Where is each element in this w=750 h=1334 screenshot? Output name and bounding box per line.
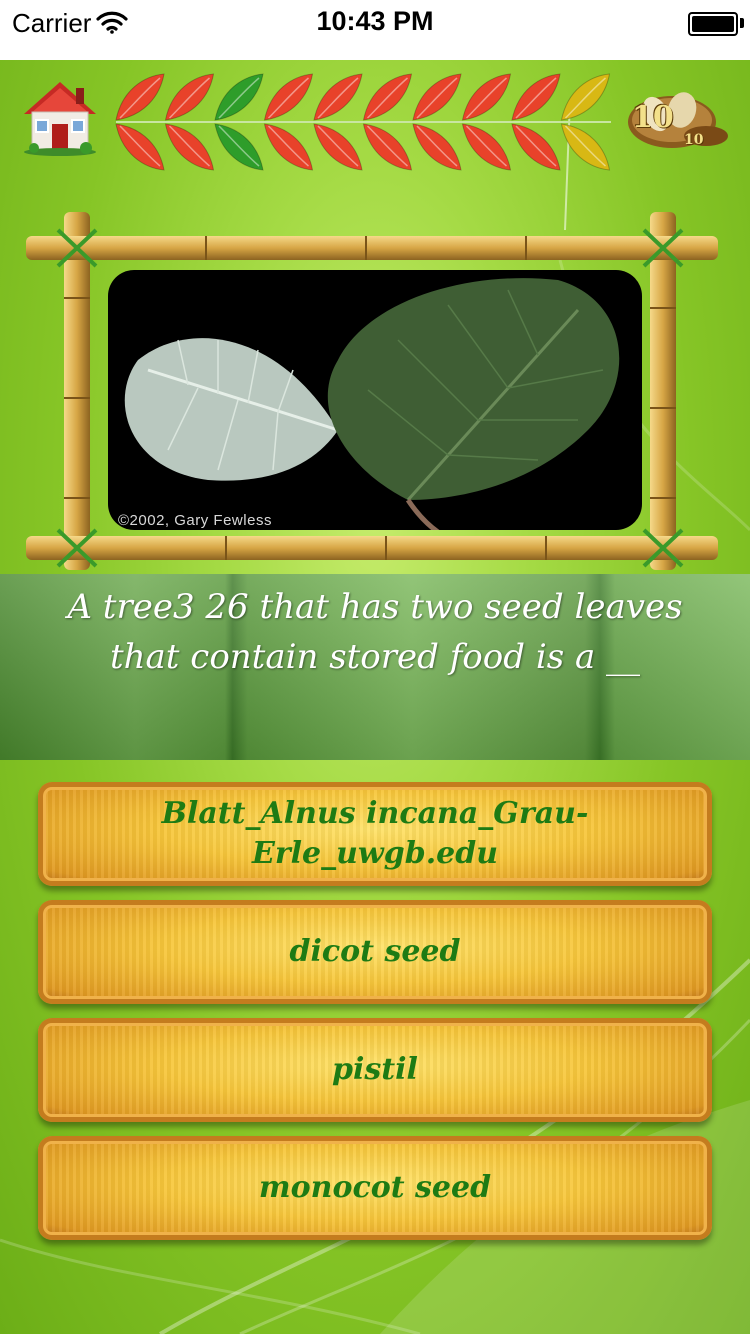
leaf-photo — [124, 278, 620, 530]
home-button[interactable] — [22, 78, 98, 156]
answer-label: Blatt_Alnus incana_Grau-Erle_uwgb.edu — [161, 796, 589, 871]
photo-credit: ©2002, Gary Fewless — [118, 512, 272, 529]
answer-button-3[interactable]: pistil — [38, 1018, 712, 1122]
answer-label: dicot seed — [289, 934, 461, 969]
answer-button-1[interactable]: Blatt_Alnus incana_Grau-Erle_uwgb.edu — [38, 782, 712, 886]
status-bar: Carrier 10:43 PM — [0, 0, 750, 60]
question-photo — [108, 270, 642, 530]
progress-leaf-red — [164, 73, 215, 171]
score-total: 10 — [684, 132, 704, 148]
score-count: 10 — [632, 100, 674, 135]
question-text: A tree3 26 that has two seed leaves that… — [67, 587, 683, 677]
progress-leaf-red — [362, 73, 413, 171]
answer-button-2[interactable]: dicot seed — [38, 900, 712, 1004]
progress-leaf-red — [263, 73, 314, 171]
house-icon — [24, 82, 96, 156]
progress-leaves-graphic — [115, 73, 611, 171]
progress-leaf-red — [313, 73, 364, 171]
game-screen: 10 10 ©2002, Gary Fewless A tree3 26 tha… — [0, 60, 750, 1334]
answer-label: pistil — [332, 1052, 418, 1087]
progress-leaf-red — [461, 73, 512, 171]
progress-leaf-red — [511, 73, 562, 171]
answer-button-4[interactable]: monocot seed — [38, 1136, 712, 1240]
battery-nub — [740, 18, 744, 28]
answer-label: monocot seed — [258, 1170, 492, 1205]
progress-leaves — [112, 70, 612, 174]
progress-leaf-red — [115, 73, 166, 171]
progress-leaf-red — [412, 73, 463, 171]
clock: 10:43 PM — [316, 6, 434, 36]
battery-icon — [688, 12, 738, 36]
progress-leaf-green — [214, 73, 265, 171]
progress-leaf-yellow — [560, 73, 611, 171]
